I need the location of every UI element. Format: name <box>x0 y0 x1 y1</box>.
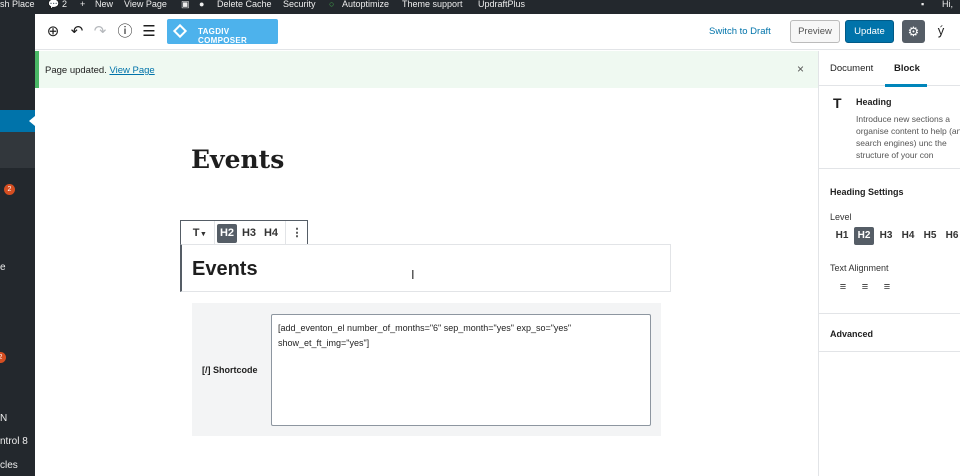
block-toolbar: T ▾ H2 H3 H4 ⋮ <box>180 220 308 245</box>
delete-cache-link[interactable]: Delete Cache <box>217 0 272 9</box>
level-h4-button[interactable]: H4 <box>898 227 918 245</box>
text-alignment-label: Text Alignment <box>830 263 889 273</box>
updraftplus-link[interactable]: UpdraftPlus <box>478 0 525 9</box>
update-button[interactable]: Update <box>845 20 894 43</box>
gear-icon[interactable]: ⚙ <box>902 20 925 43</box>
add-block-icon[interactable]: ⊕ <box>43 22 63 42</box>
heading-block[interactable]: Events <box>180 244 671 292</box>
view-page-link[interactable]: View Page <box>109 65 154 76</box>
sidebar-item-pages[interactable] <box>0 110 35 132</box>
sidebar-badge-2: 2 <box>0 352 6 363</box>
comments-icon[interactable]: 💬 <box>48 0 59 9</box>
notice-message-wrap: Page updated. View Page <box>45 65 155 76</box>
undo-icon[interactable]: ↶ <box>67 22 87 42</box>
autoptimize-link[interactable]: Autoptimize <box>342 0 389 9</box>
sidebar-item-label-2[interactable]: N <box>0 413 7 424</box>
security-link[interactable]: Security <box>283 0 316 9</box>
settings-sidebar: Document Block T Heading Introduce new s… <box>818 51 960 476</box>
heading-level-h4-button[interactable]: H4 <box>261 224 281 243</box>
greeting[interactable]: Hi, <box>942 0 953 9</box>
block-description: Introduce new sections a organise conten… <box>856 114 960 160</box>
heading-text[interactable]: Events <box>192 258 258 281</box>
heading-icon: T <box>833 95 842 111</box>
heading-settings-title[interactable]: Heading Settings <box>830 187 904 197</box>
heading-level-h3-button[interactable]: H3 <box>239 224 259 243</box>
shortcode-label-wrap: [/] Shortcode <box>202 365 258 375</box>
level-h5-button[interactable]: H5 <box>920 227 940 245</box>
yoast-icon[interactable]: ▣ <box>181 0 190 9</box>
level-h6-button[interactable]: H6 <box>942 227 960 245</box>
redo-icon[interactable]: ↷ <box>90 22 110 42</box>
align-center-icon[interactable]: ≡ <box>856 279 874 295</box>
sidebar-item-label-3[interactable]: ntrol 8 <box>0 436 28 447</box>
block-name: Heading <box>856 97 892 107</box>
shield-icon[interactable]: ● <box>199 0 204 9</box>
site-name-link[interactable]: sh Place <box>0 0 35 9</box>
tab-block[interactable]: Block <box>894 63 920 74</box>
chevron-down-icon: ▾ <box>199 229 206 238</box>
admin-bar: sh Place 💬 2 + New View Page ▣ ● Delete … <box>0 0 960 14</box>
heading-level-h2-button[interactable]: H2 <box>217 224 237 243</box>
shortcode-block[interactable]: [/] Shortcode [add_eventon_el number_of_… <box>192 303 661 436</box>
block-card: T Heading Introduce new sections a organ… <box>819 87 960 169</box>
level-h1-button[interactable]: H1 <box>832 227 852 245</box>
close-icon[interactable]: × <box>797 62 804 76</box>
shortcode-label: Shortcode <box>213 365 258 375</box>
yoast-seo-icon[interactable]: ý <box>931 21 951 41</box>
sidebar-submenu[interactable] <box>0 132 35 168</box>
notice-message: Page updated. <box>45 65 107 76</box>
tagdiv-diamond-icon <box>172 23 188 39</box>
info-icon[interactable]: ⓘ <box>115 22 135 42</box>
theme-support-link[interactable]: Theme support <box>402 0 463 9</box>
more-options-icon[interactable]: ⋮ <box>288 224 306 243</box>
text-cursor-icon: I <box>411 267 415 282</box>
block-navigation-icon[interactable]: ☰ <box>139 22 159 42</box>
status-circle-icon: ○ <box>329 0 335 9</box>
page-title[interactable]: Events <box>191 145 284 174</box>
new-icon[interactable]: + <box>80 0 85 9</box>
sidebar-badge-1: 2 <box>4 184 15 195</box>
toolbar-divider <box>214 221 215 244</box>
editor-toolbar: ⊕ ↶ ↷ ⓘ ☰ TAGDIV COMPOSER Switch to Draf… <box>35 14 960 50</box>
tagdiv-composer-button[interactable]: TAGDIV COMPOSER <box>167 19 278 45</box>
level-h2-button[interactable]: H2 <box>854 227 874 245</box>
admin-sidebar: 2 e 2 N ntrol 8 cles <box>0 14 35 476</box>
level-h3-button[interactable]: H3 <box>876 227 896 245</box>
settings-tabs: Document Block <box>819 51 960 87</box>
sidebar-item-label-1[interactable]: e <box>0 262 6 273</box>
tab-document[interactable]: Document <box>830 63 873 74</box>
align-left-icon[interactable]: ≡ <box>834 279 852 295</box>
sidebar-item-label-4[interactable]: cles <box>0 460 18 471</box>
align-right-icon[interactable]: ≡ <box>878 279 896 295</box>
view-page-link[interactable]: View Page <box>124 0 167 9</box>
preview-button[interactable]: Preview <box>790 20 840 43</box>
toolbar-divider <box>285 221 286 244</box>
transform-block-button[interactable]: T ▾ <box>186 224 212 243</box>
update-notice: Page updated. View Page × <box>35 51 818 88</box>
advanced-section-title[interactable]: Advanced <box>830 329 873 339</box>
level-label: Level <box>830 212 852 222</box>
avatar[interactable]: ▪ <box>921 0 924 9</box>
shortcode-icon: [/] <box>202 365 211 375</box>
comments-count[interactable]: 2 <box>62 0 67 9</box>
section-divider <box>819 351 960 352</box>
tagdiv-label: TAGDIV COMPOSER <box>198 27 248 45</box>
shortcode-textarea[interactable]: [add_eventon_el number_of_months="6" sep… <box>271 314 651 426</box>
section-divider <box>819 313 960 314</box>
switch-to-draft-button[interactable]: Switch to Draft <box>709 26 771 37</box>
new-link[interactable]: New <box>95 0 113 9</box>
